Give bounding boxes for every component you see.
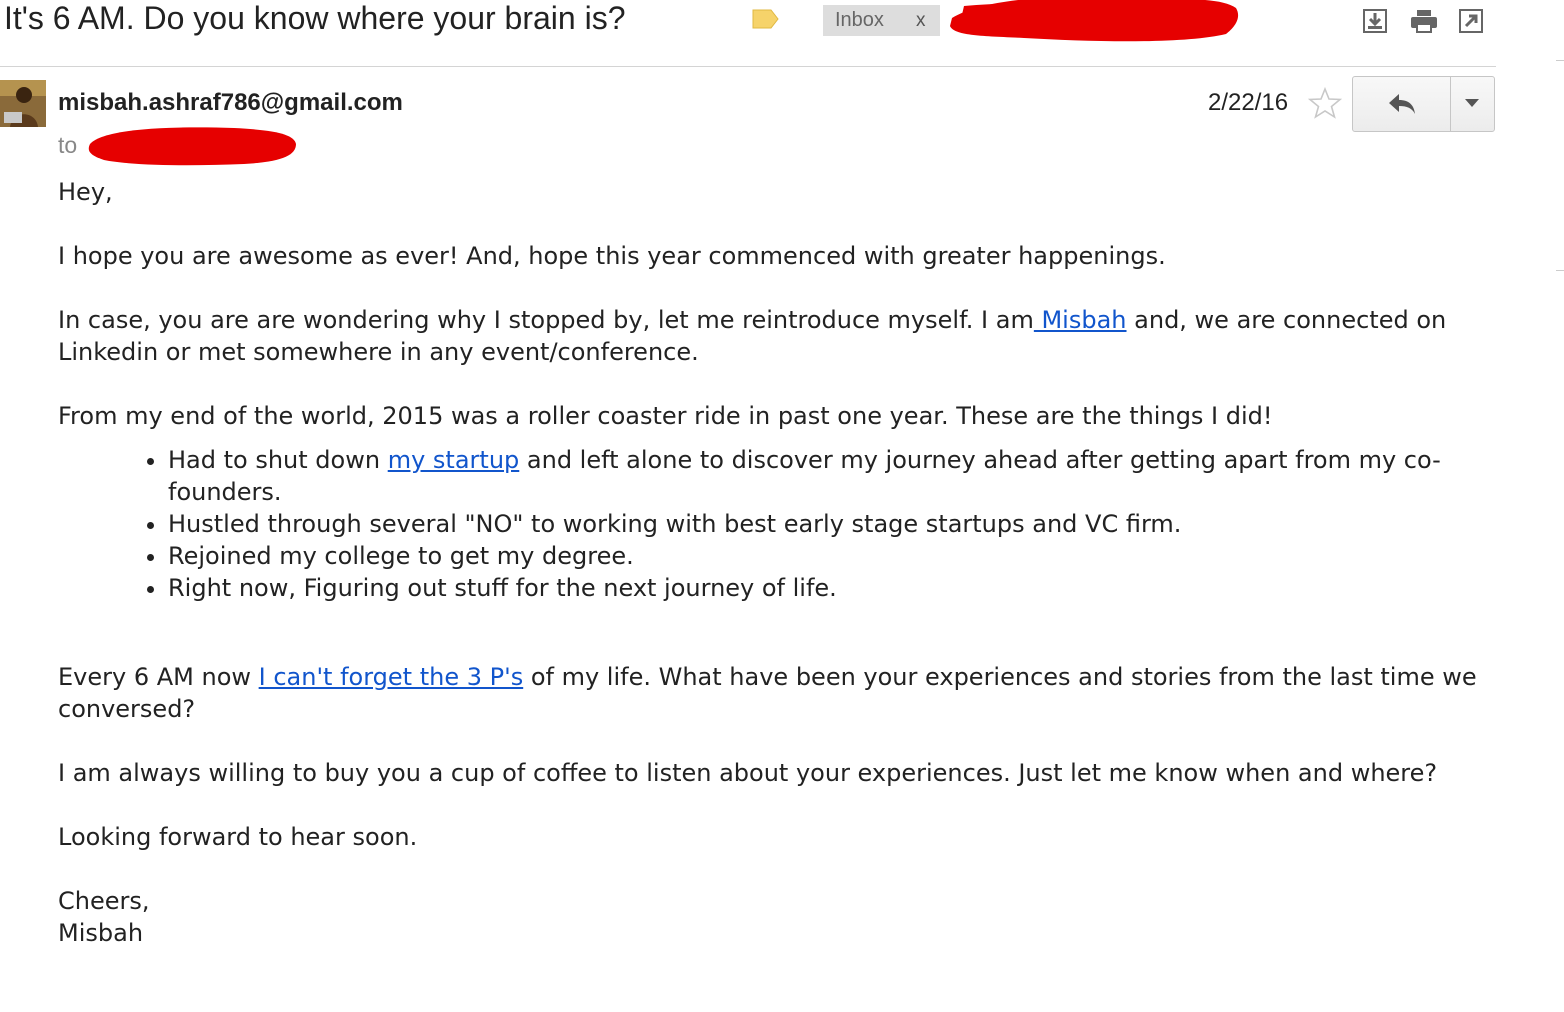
reply-button-group bbox=[1352, 76, 1495, 132]
signature: Misbah bbox=[58, 919, 144, 947]
sender-avatar[interactable] bbox=[0, 80, 46, 127]
print-icon[interactable] bbox=[1409, 8, 1439, 34]
paragraph-6: Looking forward to hear soon. bbox=[58, 823, 418, 851]
open-in-new-window-icon[interactable] bbox=[1458, 8, 1484, 34]
subject-bar: It's 6 AM. Do you know where your brain … bbox=[0, 0, 1496, 67]
paragraph-2-text: In case, you are are wondering why I sto… bbox=[58, 306, 1034, 334]
email-subject: It's 6 AM. Do you know where your brain … bbox=[4, 0, 626, 36]
three-ps-link[interactable]: I can't forget the 3 P's bbox=[259, 663, 524, 691]
scrollbar-tick bbox=[1556, 60, 1564, 61]
recipient-to-label: to bbox=[58, 132, 78, 158]
list-item: Right now, Figuring out stuff for the ne… bbox=[168, 572, 1498, 604]
redacted-label-scribble bbox=[944, 0, 1244, 48]
label-tag-icon[interactable] bbox=[752, 9, 779, 29]
paragraph-5: I am always willing to buy you a cup of … bbox=[58, 759, 1438, 787]
paragraph-4-text: Every 6 AM now bbox=[58, 663, 259, 691]
remove-label-button[interactable]: x bbox=[916, 5, 926, 36]
sender-email[interactable]: misbah.ashraf786@gmail.com bbox=[58, 88, 403, 118]
my-startup-link[interactable]: my startup bbox=[388, 446, 520, 474]
dropdown-arrow-icon bbox=[1465, 99, 1479, 107]
list-item: Had to shut down my startup and left alo… bbox=[168, 444, 1498, 508]
download-icon[interactable] bbox=[1362, 8, 1388, 34]
scrollbar-tick bbox=[1556, 270, 1564, 271]
accomplishments-list: Had to shut down my startup and left alo… bbox=[58, 432, 1498, 604]
sign-off: Cheers, bbox=[58, 887, 150, 915]
message-date: 2/22/16 bbox=[1208, 89, 1289, 116]
star-icon[interactable] bbox=[1307, 86, 1343, 120]
paragraph-3: From my end of the world, 2015 was a rol… bbox=[58, 402, 1273, 430]
paragraph-4: Every 6 AM now I can't forget the 3 P's … bbox=[58, 661, 1498, 725]
paragraph-1: I hope you are awesome as ever! And, hop… bbox=[58, 242, 1166, 270]
email-body: Hey, I hope you are awesome as ever! And… bbox=[58, 176, 1498, 949]
greeting: Hey, bbox=[58, 178, 113, 206]
inbox-label-chip[interactable]: Inbox x bbox=[823, 5, 940, 36]
list-item: Rejoined my college to get my degree. bbox=[168, 540, 1498, 572]
list-item-text: Had to shut down bbox=[168, 446, 388, 474]
reply-icon bbox=[1389, 94, 1415, 114]
inbox-label-text: Inbox bbox=[835, 9, 884, 31]
paragraph-2: In case, you are are wondering why I sto… bbox=[58, 304, 1498, 368]
reply-button[interactable] bbox=[1353, 77, 1451, 131]
redacted-recipient-scribble bbox=[84, 122, 300, 168]
list-item: Hustled through several "NO" to working … bbox=[168, 508, 1498, 540]
misbah-link[interactable]: Misbah bbox=[1034, 306, 1126, 334]
more-actions-dropdown[interactable] bbox=[1451, 77, 1494, 131]
